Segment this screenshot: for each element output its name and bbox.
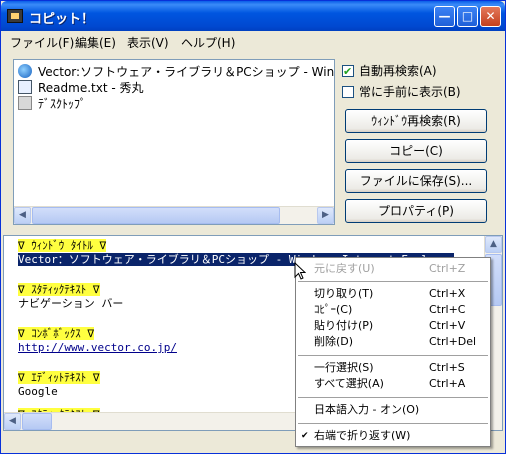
ctx-select-all[interactable]: すべて選択(A) Ctrl+A	[296, 376, 490, 392]
ctx-undo[interactable]: 元に戻す(U) Ctrl+Z	[296, 261, 490, 277]
ctx-copy[interactable]: ｺﾋﾟｰ(C) Ctrl+C	[296, 302, 490, 318]
maximize-button[interactable]: □	[457, 6, 478, 27]
minimize-button[interactable]: —	[434, 6, 455, 27]
ctx-word-wrap[interactable]: ✔ 右端で折り返す(W)	[296, 428, 490, 444]
checkbox-unchecked-icon[interactable]	[342, 86, 354, 98]
editor-line: ∇ ｽﾀﾃｨｯｸﾃｷｽﾄ ∇	[18, 283, 100, 297]
properties-button[interactable]: プロパティ(P)	[345, 199, 487, 223]
section-heading: ∇ ｽﾀﾃｨｯｸﾃｷｽﾄ ∇	[18, 283, 100, 296]
scroll-thumb[interactable]	[22, 413, 52, 430]
section-heading: ∇ ｳｨﾝﾄﾞｳ ﾀｲﾄﾙ ∇	[18, 239, 107, 252]
app-icon	[7, 9, 23, 23]
scroll-right-icon[interactable]: ▶	[317, 207, 334, 224]
ctx-ime-toggle[interactable]: 日本語入力 - オン(O)	[296, 402, 490, 418]
notepad-icon	[18, 80, 32, 94]
menu-bar: ファイル(F) 編集(E) 表示(V) ヘルプ(H)	[3, 31, 503, 51]
scroll-thumb[interactable]	[32, 207, 280, 224]
context-menu: 元に戻す(U) Ctrl+Z 切り取り(T) Ctrl+X ｺﾋﾟｰ(C) Ctrl+…	[295, 257, 491, 447]
close-button[interactable]: ✕	[480, 6, 501, 27]
app-window: コピット！ — □ ✕ ファイル(F) 編集(E) 表示(V) ヘルプ(H) V…	[0, 0, 506, 454]
always-on-top-checkbox[interactable]: 常に手前に表示(B)	[342, 84, 461, 100]
menu-separator	[298, 355, 488, 356]
ie-icon	[18, 64, 32, 78]
editor-line: ∇ ｺﾝﾎﾞﾎﾞｯｸｽ ∇	[18, 327, 94, 341]
list-horizontal-scrollbar[interactable]: ◀ ▶	[14, 206, 334, 224]
list-item-label: Readme.txt - 秀丸	[38, 81, 144, 95]
menu-separator	[298, 281, 488, 282]
checkmark-icon: ✔	[301, 431, 309, 441]
section-heading: ∇ ｺﾝﾎﾞﾎﾞｯｸｽ ∇	[18, 327, 94, 340]
editor-line: ∇ ｴﾃﾞｨｯﾄﾃｷｽﾄ ∇	[18, 371, 100, 385]
list-item[interactable]: ﾃﾞｽｸﾄｯﾌﾟ	[18, 96, 86, 112]
save-to-file-button[interactable]: ファイルに保存(S)...	[345, 169, 487, 193]
always-on-top-label: 常に手前に表示(B)	[359, 85, 461, 99]
title-bar[interactable]: コピット！ — □ ✕	[1, 1, 505, 31]
research-window-button[interactable]: ｳｨﾝﾄﾞｳ再検索(R)	[345, 109, 487, 133]
url-text: http://www.vector.co.jp/	[18, 341, 177, 354]
list-item-label: ﾃﾞｽｸﾄｯﾌﾟ	[38, 97, 87, 111]
menu-separator	[298, 397, 488, 398]
menu-separator	[298, 423, 488, 424]
ctx-paste[interactable]: 貼り付け(P) Ctrl+V	[296, 318, 490, 334]
section-heading: ∇ ｴﾃﾞｨｯﾄﾃｷｽﾄ ∇	[18, 371, 100, 384]
scroll-left-icon[interactable]: ◀	[4, 413, 21, 430]
menu-help[interactable]: ヘルプ(H)	[181, 34, 235, 51]
editor-line: ∇ ｳｨﾝﾄﾞｳ ﾀｲﾄﾙ ∇	[18, 239, 107, 253]
ctx-delete[interactable]: 削除(D) Ctrl+Del	[296, 334, 490, 350]
ctx-cut[interactable]: 切り取り(T) Ctrl+X	[296, 286, 490, 302]
list-item-label: Vector:ソフトウェア・ライブラリ＆PCショップ - Windows Ir	[38, 65, 335, 79]
scroll-up-icon[interactable]: ▲	[485, 236, 502, 253]
auto-research-checkbox[interactable]: 自動再検索(A)	[342, 63, 437, 80]
desktop-icon	[18, 96, 32, 110]
menu-edit[interactable]: 編集(E)	[75, 34, 116, 51]
list-item[interactable]: Vector:ソフトウェア・ライブラリ＆PCショップ - Windows Ir	[18, 64, 335, 80]
editor-line: http://www.vector.co.jp/	[18, 341, 177, 355]
menu-view[interactable]: 表示(V)	[127, 34, 169, 51]
list-item[interactable]: Readme.txt - 秀丸	[18, 80, 144, 96]
checkbox-checked-icon[interactable]	[342, 64, 354, 80]
auto-research-label: 自動再検索(A)	[359, 64, 437, 78]
window-list[interactable]: Vector:ソフトウェア・ライブラリ＆PCショップ - Windows Ir …	[13, 59, 335, 225]
mouse-cursor-icon	[294, 262, 306, 280]
window-title: コピット！	[29, 12, 95, 27]
editor-line: ナビゲーション バー	[18, 297, 124, 310]
ctx-select-line[interactable]: 一行選択(S) Ctrl+S	[296, 360, 490, 376]
copy-button[interactable]: コピー(C)	[345, 139, 487, 163]
scroll-left-icon[interactable]: ◀	[14, 207, 31, 224]
editor-line: Google	[18, 385, 58, 398]
menu-file[interactable]: ファイル(F)	[10, 34, 74, 51]
